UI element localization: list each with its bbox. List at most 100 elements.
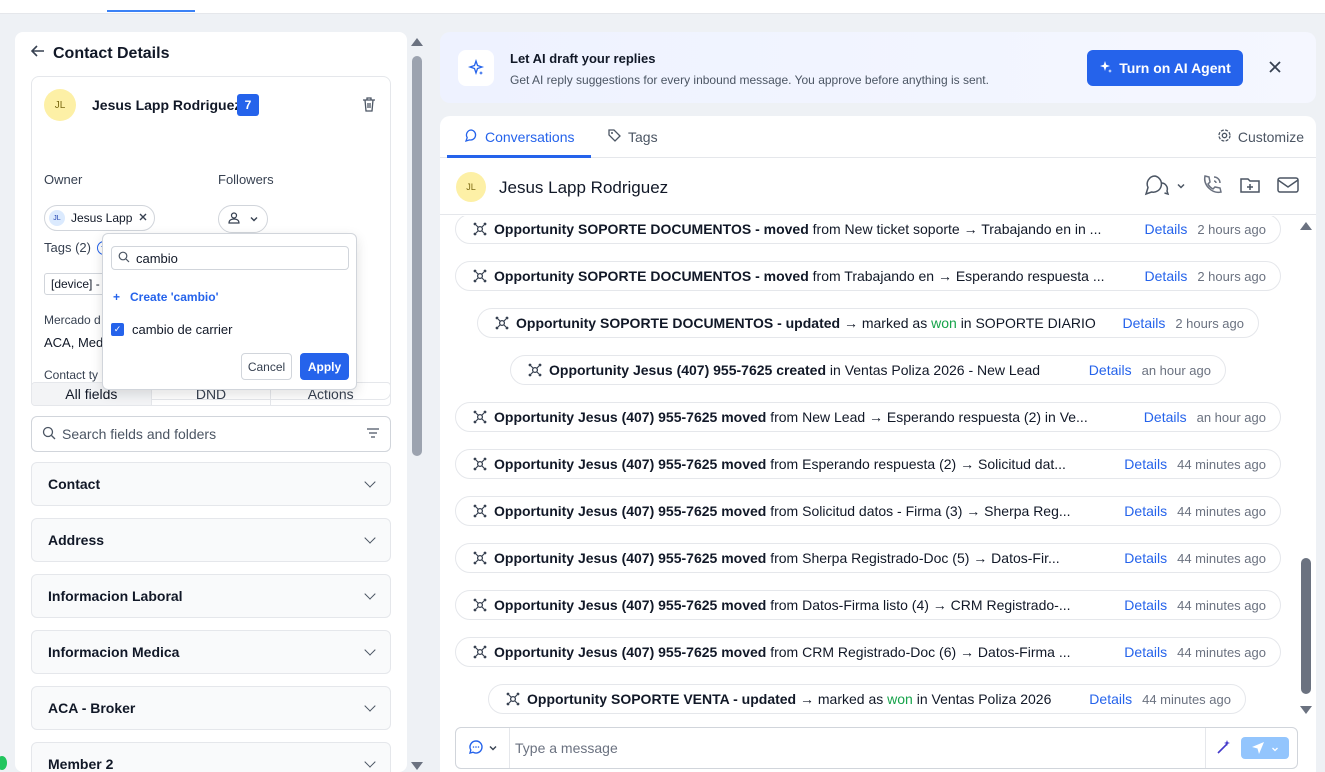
event-timestamp: 44 minutes ago xyxy=(1177,644,1266,660)
event-text: Opportunity Jesus (407) 955-7625 moved f… xyxy=(494,409,1130,425)
field-label-mercado: Mercado d xyxy=(44,313,101,327)
scroll-down-arrow-icon[interactable] xyxy=(411,762,423,770)
opportunity-icon xyxy=(527,362,543,378)
trash-icon[interactable] xyxy=(360,95,378,113)
contact-details-panel: Contact Details JL Jesus Lapp Rodriguez … xyxy=(15,32,407,772)
search-icon xyxy=(118,251,130,266)
event-description: in Ventas Poliza 2026 - New Lead xyxy=(829,362,1041,378)
scrollbar-thumb[interactable] xyxy=(1301,558,1311,694)
scroll-down-arrow-icon[interactable] xyxy=(1300,706,1312,714)
details-link[interactable]: Details xyxy=(1124,503,1167,519)
opportunity-icon xyxy=(472,409,488,425)
event-description: → marked as xyxy=(800,691,884,707)
avatar: JL xyxy=(44,89,76,121)
section-address[interactable]: Address xyxy=(31,518,391,562)
event-title: Opportunity Jesus (407) 955-7625 moved xyxy=(494,597,767,613)
channel-selector[interactable] xyxy=(456,728,510,768)
ai-magic-wand-icon[interactable] xyxy=(1215,738,1233,759)
left-scrollbar[interactable] xyxy=(411,36,423,772)
event-text: Opportunity Jesus (407) 955-7625 moved f… xyxy=(494,550,1110,566)
tag-icon xyxy=(607,128,622,146)
opportunity-icon xyxy=(472,550,488,566)
section-informacion-laboral[interactable]: Informacion Laboral xyxy=(31,574,391,618)
details-link[interactable]: Details xyxy=(1123,315,1166,331)
section-title: Contact xyxy=(48,476,101,492)
contact-name: Jesus Lapp Rodriguez xyxy=(92,97,242,113)
cancel-button[interactable]: Cancel xyxy=(241,353,292,380)
filter-icon[interactable] xyxy=(366,426,380,443)
send-button[interactable] xyxy=(1240,737,1289,759)
timeline-scrollbar[interactable] xyxy=(1300,220,1312,716)
section-informacion-medica[interactable]: Informacion Medica xyxy=(31,630,391,674)
phone-icon[interactable] xyxy=(1200,173,1224,200)
customize-button[interactable]: Customize xyxy=(1217,128,1304,146)
timeline-event: Opportunity Jesus (407) 955-7625 created… xyxy=(510,355,1226,385)
won-status: won xyxy=(931,315,957,331)
event-timestamp: an hour ago xyxy=(1196,409,1266,425)
timeline-event: Opportunity Jesus (407) 955-7625 moved f… xyxy=(455,637,1281,667)
details-link[interactable]: Details xyxy=(1144,409,1187,425)
search-fields-input[interactable]: Search fields and folders xyxy=(31,416,391,452)
field-label-contact-type: Contact ty xyxy=(44,368,99,382)
details-link[interactable]: Details xyxy=(1145,268,1188,284)
active-tab-indicator xyxy=(447,155,591,158)
event-timestamp: 2 hours ago xyxy=(1197,268,1266,284)
details-link[interactable]: Details xyxy=(1124,597,1167,613)
apply-button[interactable]: Apply xyxy=(300,353,349,380)
send-icon xyxy=(1251,740,1265,757)
section-contact[interactable]: Contact xyxy=(31,462,391,506)
event-text: Opportunity Jesus (407) 955-7625 moved f… xyxy=(494,597,1110,613)
chevron-down-icon xyxy=(364,532,376,544)
scroll-up-arrow-icon[interactable] xyxy=(1300,222,1312,230)
opportunity-icon xyxy=(472,221,488,237)
tag-option-label: cambio de carrier xyxy=(132,322,233,337)
gear-icon xyxy=(1217,128,1232,146)
chat-icon xyxy=(468,739,484,758)
remove-owner-icon[interactable] xyxy=(138,211,148,225)
details-link[interactable]: Details xyxy=(1089,691,1132,707)
create-tag-label: Create 'cambio' xyxy=(130,290,219,304)
event-description: from New Lead → Esperando respuesta (2) … xyxy=(770,409,1088,425)
timeline-event: Opportunity Jesus (407) 955-7625 moved f… xyxy=(455,590,1281,620)
details-link[interactable]: Details xyxy=(1124,644,1167,660)
event-title: Opportunity Jesus (407) 955-7625 created xyxy=(549,362,827,378)
back-arrow-icon[interactable] xyxy=(30,44,45,63)
details-link[interactable]: Details xyxy=(1124,550,1167,566)
chevron-down-icon xyxy=(1176,179,1186,194)
count-badge[interactable]: 7 xyxy=(237,94,259,116)
user-icon xyxy=(227,211,241,228)
event-text: Opportunity Jesus (407) 955-7625 moved f… xyxy=(494,644,1110,660)
close-icon[interactable] xyxy=(1266,58,1284,76)
tags-label-row: Tags (2) + xyxy=(44,240,111,255)
search-icon xyxy=(42,426,56,443)
timeline-event: Opportunity SOPORTE DOCUMENTOS - updated… xyxy=(477,308,1259,338)
turn-on-ai-agent-button[interactable]: Turn on AI Agent xyxy=(1087,50,1243,86)
scroll-up-arrow-icon[interactable] xyxy=(411,38,423,46)
details-link[interactable]: Details xyxy=(1089,362,1132,378)
tab-tags[interactable]: Tags xyxy=(607,128,658,146)
event-title: Opportunity SOPORTE DOCUMENTOS - updated xyxy=(516,315,841,331)
message-input[interactable]: Type a message xyxy=(515,740,618,756)
checkbox-checked-icon[interactable]: ✓ xyxy=(111,323,124,336)
email-icon[interactable] xyxy=(1276,173,1300,200)
owner-chip[interactable]: JL Jesus Lapp xyxy=(44,205,156,231)
section-member-2[interactable]: Member 2 xyxy=(31,742,391,772)
tag-option[interactable]: ✓ cambio de carrier xyxy=(111,322,232,337)
details-link[interactable]: Details xyxy=(1124,456,1167,472)
tag-search-input[interactable]: cambio xyxy=(111,246,349,270)
event-description: from Esperando respuesta (2) → Solicitud… xyxy=(770,456,1066,472)
followers-selector[interactable] xyxy=(218,205,268,233)
opportunity-icon xyxy=(472,597,488,613)
chat-channel-dropdown[interactable] xyxy=(1144,173,1186,200)
ai-banner: Let AI draft your replies Get AI reply s… xyxy=(440,32,1316,103)
section-aca-broker[interactable]: ACA - Broker xyxy=(31,686,391,730)
add-folder-icon[interactable] xyxy=(1238,173,1262,200)
tab-conversations[interactable]: Conversations xyxy=(464,128,575,146)
chevron-down-icon xyxy=(364,756,376,768)
details-link[interactable]: Details xyxy=(1145,221,1188,237)
event-title: Opportunity Jesus (407) 955-7625 moved xyxy=(494,550,767,566)
opportunity-icon xyxy=(472,268,488,284)
scrollbar-thumb[interactable] xyxy=(412,56,422,456)
create-tag-option[interactable]: + Create 'cambio' xyxy=(113,290,218,304)
event-text: Opportunity SOPORTE DOCUMENTOS - moved f… xyxy=(494,268,1131,284)
